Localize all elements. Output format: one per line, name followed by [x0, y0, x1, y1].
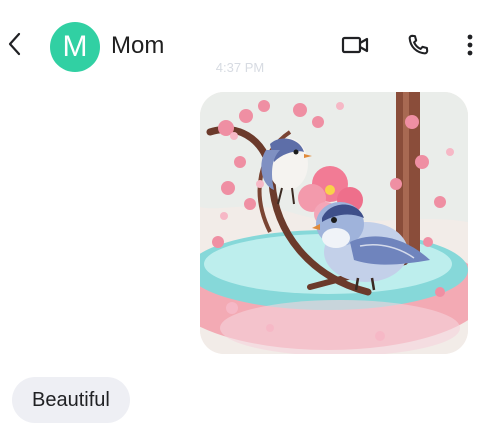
- avatar[interactable]: M: [50, 22, 100, 72]
- back-arrow-icon: [8, 32, 21, 56]
- more-options-button[interactable]: [458, 30, 480, 60]
- phone-icon: [408, 34, 429, 55]
- image-message[interactable]: [200, 92, 468, 354]
- more-options-icon: [467, 34, 473, 56]
- video-call-icon: [341, 36, 369, 54]
- message-text: Beautiful: [32, 388, 110, 411]
- voice-call-button[interactable]: [403, 30, 433, 60]
- contact-name[interactable]: Mom: [111, 31, 164, 61]
- incoming-message-bubble[interactable]: Beautiful: [12, 377, 130, 423]
- bird-illustration-image: [200, 92, 468, 354]
- conversation-header: M Mom: [0, 0, 480, 90]
- back-button[interactable]: [4, 28, 26, 60]
- video-call-button[interactable]: [340, 30, 370, 60]
- message-timestamp: 4:37 PM: [215, 60, 265, 75]
